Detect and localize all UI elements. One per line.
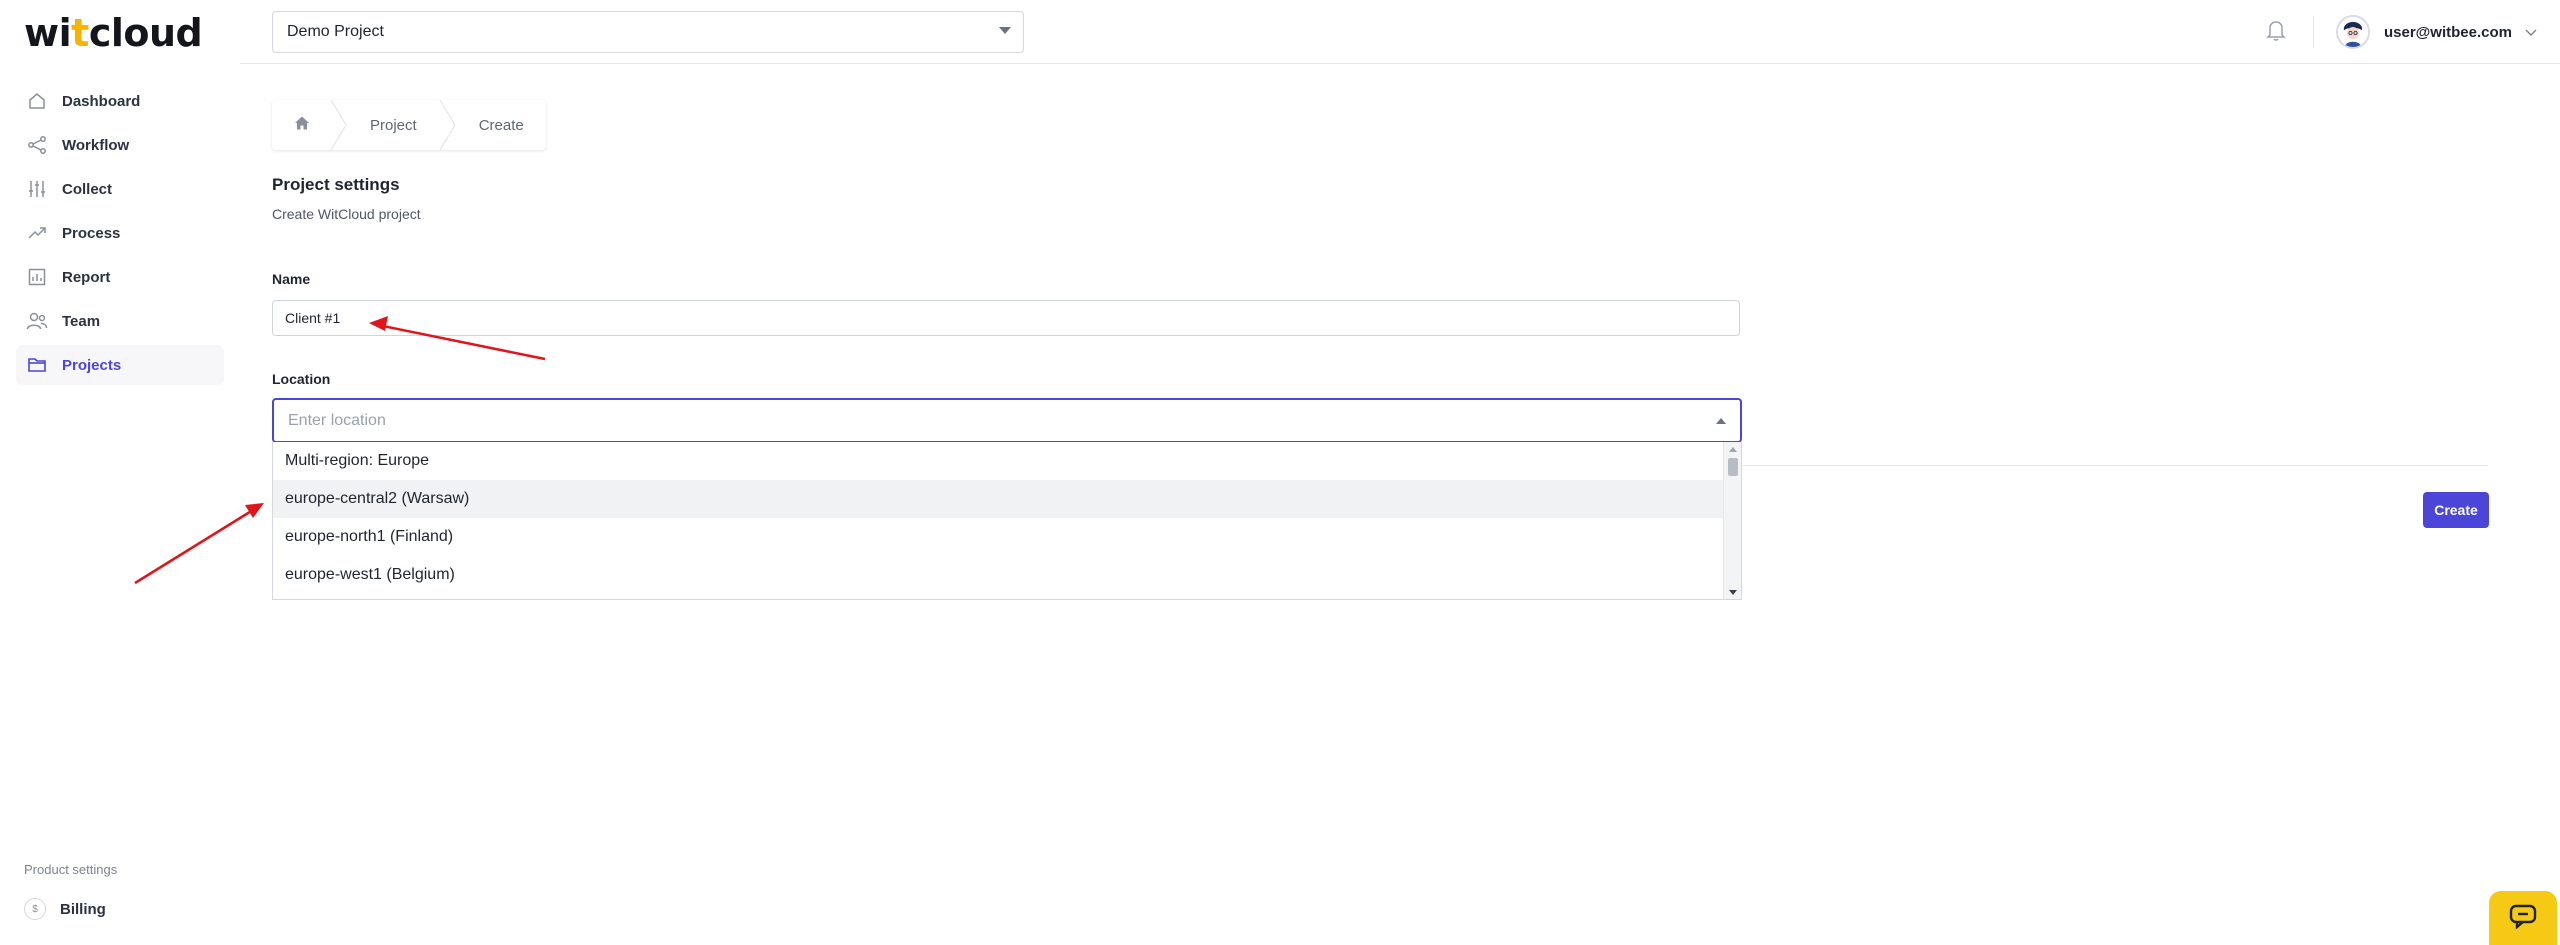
logo-text-end: cloud [88,11,203,55]
location-label: Location [272,371,331,387]
topbar-divider [2313,16,2314,48]
sidebar-item-process[interactable]: Process [16,213,224,253]
chat-icon [2508,903,2538,934]
breadcrumb: Project Create [272,100,546,150]
location-option[interactable]: europe-west1 (Belgium) [273,556,1723,594]
sidebar-item-dashboard[interactable]: Dashboard [16,81,224,121]
breadcrumb-project[interactable]: Project [348,100,439,150]
avatar [2336,15,2370,49]
sliders-icon [26,178,48,200]
home-icon [26,90,48,112]
dropdown-scrollbar[interactable] [1723,442,1741,599]
form-divider [1742,465,2488,466]
location-option[interactable]: Multi-region: Europe [273,442,1723,480]
scroll-up-icon[interactable] [1729,447,1737,452]
users-icon [26,310,48,332]
folder-icon [26,354,48,376]
sidebar-item-team[interactable]: Team [16,301,224,341]
trend-icon [26,222,48,244]
sidebar: wi t cloud Dashboard Workflow Collect Proc… [0,0,240,945]
caret-up-icon[interactable] [1716,418,1726,424]
sidebar-item-label: Dashboard [62,92,141,110]
home-icon [294,115,310,135]
sidebar-item-label: Team [62,312,101,330]
name-input[interactable] [272,300,1740,336]
sidebar-nav: Dashboard Workflow Collect Process Repor… [16,81,224,389]
logo-text-start: wi [24,11,72,55]
breadcrumb-create: Create [478,116,524,134]
create-button[interactable]: Create [2423,492,2489,528]
breadcrumb-separator [330,100,348,150]
chat-button[interactable] [2489,891,2557,945]
scroll-thumb[interactable] [1728,458,1738,476]
annotation-arrowhead-location [245,503,264,518]
chevron-down-icon [2524,25,2538,39]
breadcrumb-separator [439,100,457,150]
billing-icon: $ [24,898,46,920]
sidebar-item-label: Process [62,224,121,242]
chart-icon [26,266,48,288]
top-bar: Demo Project user@witbee.com [240,0,2560,64]
sidebar-item-label: Billing [60,900,106,918]
location-option-list: Multi-region: Europe europe-central2 (Wa… [273,442,1741,594]
location-option[interactable]: europe-north1 (Finland) [273,518,1723,556]
product-settings-heading: Product settings [24,862,118,877]
page-title: Project settings [272,175,400,194]
logo-text-accent: t [71,11,89,55]
location-dropdown: Multi-region: Europe europe-central2 (Wa… [272,442,1742,600]
sidebar-item-label: Projects [62,356,122,374]
page-subtitle: Create WitCloud project [272,206,421,222]
sidebar-item-label: Collect [62,180,113,198]
witcloud-logo[interactable]: wi t cloud [24,10,203,56]
caret-down-icon [999,27,1011,34]
sidebar-item-workflow[interactable]: Workflow [16,125,224,165]
sidebar-item-billing[interactable]: $ Billing [24,896,106,922]
location-option-hovered[interactable]: europe-central2 (Warsaw) [273,480,1723,518]
sidebar-item-label: Workflow [62,136,130,154]
user-email: user@witbee.com [2384,23,2512,41]
user-menu[interactable]: user@witbee.com [2336,14,2538,50]
bell-icon[interactable] [2265,18,2293,46]
project-select[interactable]: Demo Project [272,11,1024,53]
name-label: Name [272,271,311,287]
breadcrumb-home[interactable] [272,100,330,150]
location-input[interactable] [272,398,1742,443]
sidebar-item-collect[interactable]: Collect [16,169,224,209]
sidebar-item-projects[interactable]: Projects [16,345,224,385]
scroll-down-icon[interactable] [1729,590,1737,595]
sidebar-item-report[interactable]: Report [16,257,224,297]
sidebar-item-label: Report [62,268,111,286]
share-icon [26,134,48,156]
project-select-value: Demo Project [287,23,384,40]
